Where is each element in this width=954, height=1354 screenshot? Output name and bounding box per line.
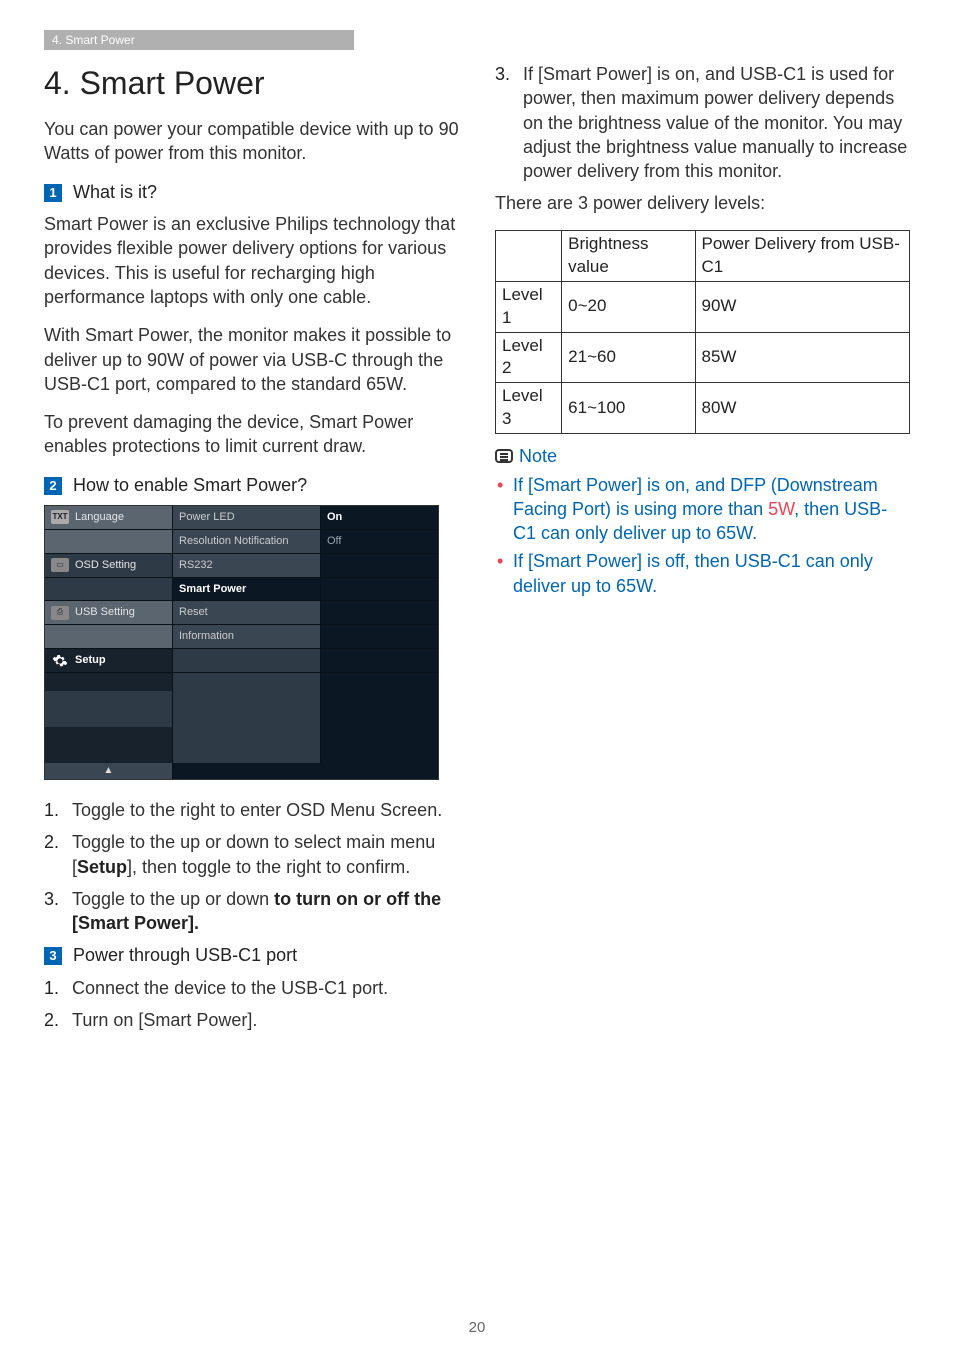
table-cell: Level 2 [496,332,562,383]
step-number: 2. [44,1008,72,1032]
page-title: 4. Smart Power [44,62,459,105]
osd-menu-label: OSD Setting [75,558,136,573]
table-cell: 80W [695,383,909,434]
osd-menu-label: Setup [75,653,106,668]
right-column: 3. If [Smart Power] is on, and USB-C1 is… [495,58,910,1040]
osd-value-empty [321,625,438,648]
s2-step-1: 1. Toggle to the right to enter OSD Menu… [44,798,459,822]
subsection-1-head: 1 What is it? [44,180,459,204]
step-number: 1. [44,798,72,822]
s3-step-1: 1. Connect the device to the USB-C1 port… [44,976,459,1000]
osd-item-power-led: Power LED [173,506,321,529]
note-heading: Note [495,444,910,468]
s3-step-3: 3. If [Smart Power] is on, and USB-C1 is… [495,62,910,183]
table-row: Level 2 21~60 85W [496,332,910,383]
step-number: 3. [44,887,72,936]
note-list: If [Smart Power] is on, and DFP (Downstr… [495,473,910,598]
step-number: 2. [44,830,72,879]
note-item: If [Smart Power] is off, then USB-C1 can… [513,549,910,598]
table-cell: 21~60 [562,332,695,383]
table-cell: Power Delivery from USB-C1 [695,230,909,281]
osd-icon: ▭ [51,558,69,572]
table-cell [496,230,562,281]
s2-step-2: 2. Toggle to the up or down to select ma… [44,830,459,879]
table-cell: 90W [695,281,909,332]
note-icon [495,449,513,463]
osd-menu-setup: Setup [45,649,173,672]
table-cell: 0~20 [562,281,695,332]
osd-menu-label: Language [75,510,124,525]
table-cell: Brightness value [562,230,695,281]
step-number: 3. [495,62,523,183]
osd-value-off: Off [321,530,438,553]
osd-item-res-notif: Resolution Notification [173,530,321,553]
osd-arrow-up: ▲ [45,763,173,779]
osd-menu-osd-setting-cont [45,578,173,601]
osd-value-empty [321,601,438,624]
osd-menu-language: TXT Language [45,506,173,529]
numbox-2: 2 [44,477,62,495]
osd-item-information: Information [173,625,321,648]
osd-value-empty [321,578,438,601]
subsection-2-title: How to enable Smart Power? [73,475,307,495]
subsection-3-head: 3 Power through USB-C1 port [44,943,459,967]
step-text: Connect the device to the USB-C1 port. [72,976,388,1000]
step-text: Toggle to the up or down to turn on or o… [72,887,459,936]
numbox-1: 1 [44,184,62,202]
intro-paragraph: You can power your compatible device wit… [44,117,459,166]
osd-value-empty [321,649,438,672]
step-text: Toggle to the right to enter OSD Menu Sc… [72,798,442,822]
left-column: 4. Smart Power You can power your compat… [44,58,459,1040]
osd-menu-usb-setting-cont [45,625,173,648]
table-cell: 61~100 [562,383,695,434]
step-text: If [Smart Power] is on, and USB-C1 is us… [523,62,910,183]
pd-intro: There are 3 power delivery levels: [495,191,910,215]
osd-item-smart-power: Smart Power [173,578,321,601]
osd-menu-label: USB Setting [75,605,135,620]
subsection-2-head: 2 How to enable Smart Power? [44,473,459,497]
table-row: Level 3 61~100 80W [496,383,910,434]
osd-value-empty [321,554,438,577]
osd-menu-language-cont [45,530,173,553]
section-header-tab: 4. Smart Power [44,30,354,50]
power-delivery-table: Brightness value Power Delivery from USB… [495,230,910,435]
step-text: Turn on [Smart Power]. [72,1008,257,1032]
gear-icon [51,654,69,668]
osd-menu-osd-setting: ▭ OSD Setting [45,554,173,577]
step-number: 1. [44,976,72,1000]
table-cell: Level 3 [496,383,562,434]
osd-menu-usb-setting: ⎙ USB Setting [45,601,173,624]
osd-item-empty [173,649,321,672]
s2-step-3: 3. Toggle to the up or down to turn on o… [44,887,459,936]
numbox-3: 3 [44,947,62,965]
osd-item-reset: Reset [173,601,321,624]
step-text: Toggle to the up or down to select main … [72,830,459,879]
osd-item-rs232: RS232 [173,554,321,577]
s1-p3: To prevent damaging the device, Smart Po… [44,410,459,459]
osd-value-on: On [321,506,438,529]
note-item: If [Smart Power] is on, and DFP (Downstr… [513,473,910,546]
note-label: Note [519,444,557,468]
text-icon: TXT [51,510,69,524]
subsection-3-title: Power through USB-C1 port [73,945,297,965]
usb-icon: ⎙ [51,606,69,620]
table-cell: 85W [695,332,909,383]
s1-p1: Smart Power is an exclusive Philips tech… [44,212,459,309]
s3-step-2: 2. Turn on [Smart Power]. [44,1008,459,1032]
subsection-1-title: What is it? [73,182,157,202]
s1-p2: With Smart Power, the monitor makes it p… [44,323,459,396]
table-row: Level 1 0~20 90W [496,281,910,332]
osd-menu-screenshot: TXT Language Power LED On Resolution Not… [44,505,439,780]
table-row: Brightness value Power Delivery from USB… [496,230,910,281]
page-number: 20 [0,1318,954,1338]
table-cell: Level 1 [496,281,562,332]
